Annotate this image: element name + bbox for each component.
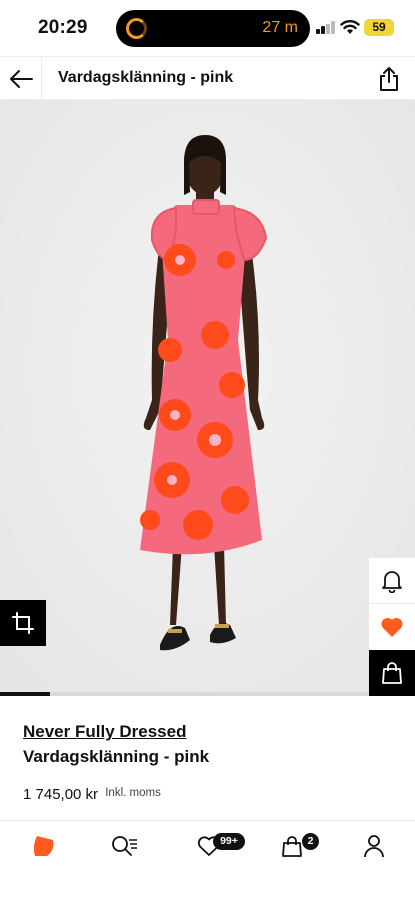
dynamic-island[interactable]: 27 m <box>116 10 310 47</box>
bottom-navigation: 99+ 2 <box>0 820 415 900</box>
nav-bag[interactable] <box>278 832 306 860</box>
page-title: Vardagsklänning - pink <box>58 69 234 86</box>
favorite-button[interactable] <box>369 604 415 650</box>
crop-icon <box>12 612 34 634</box>
product-image[interactable] <box>0 100 415 695</box>
wifi-icon <box>340 20 360 34</box>
notify-button[interactable] <box>369 558 415 604</box>
heart-icon <box>381 617 403 637</box>
brand-link[interactable]: Never Fully Dressed <box>23 722 186 742</box>
image-carousel-progress-fill <box>0 692 50 696</box>
crop-button[interactable] <box>0 600 46 646</box>
share-icon <box>380 67 398 91</box>
bag-icon <box>282 836 302 857</box>
product-price: 1 745,00 kr <box>23 786 99 803</box>
nav-search[interactable] <box>108 832 140 860</box>
shopping-bag-icon <box>382 662 402 684</box>
model-dress-illustration <box>0 100 415 695</box>
price-vat-note: Inkl. moms <box>105 787 161 799</box>
battery-indicator: 59 <box>364 19 394 36</box>
timer-ring-icon <box>126 18 147 39</box>
arrow-left-icon <box>9 69 33 88</box>
user-icon <box>364 835 384 858</box>
status-time: 20:29 <box>38 17 88 38</box>
search-icon <box>112 836 137 856</box>
product-action-panel <box>369 558 415 696</box>
signal-icon <box>316 21 336 34</box>
status-bar: 20:29 27 m 59 <box>0 0 415 56</box>
back-button[interactable] <box>0 57 42 100</box>
share-button[interactable] <box>375 64 403 94</box>
nav-home[interactable] <box>28 832 58 860</box>
brand-logo-icon <box>33 836 54 856</box>
price-row: 1 745,00 kr Inkl. moms <box>23 786 161 803</box>
product-name: Vardagsklänning - pink <box>23 747 210 766</box>
product-header: Vardagsklänning - pink <box>0 56 415 100</box>
activity-timer: 27 m <box>262 19 298 36</box>
bell-icon <box>382 570 402 593</box>
nav-profile[interactable] <box>360 832 388 860</box>
image-carousel-progress <box>0 692 415 696</box>
add-to-bag-button[interactable] <box>369 650 415 696</box>
favorites-count-badge: 99+ <box>213 833 245 850</box>
bag-count-badge: 2 <box>302 833 319 850</box>
